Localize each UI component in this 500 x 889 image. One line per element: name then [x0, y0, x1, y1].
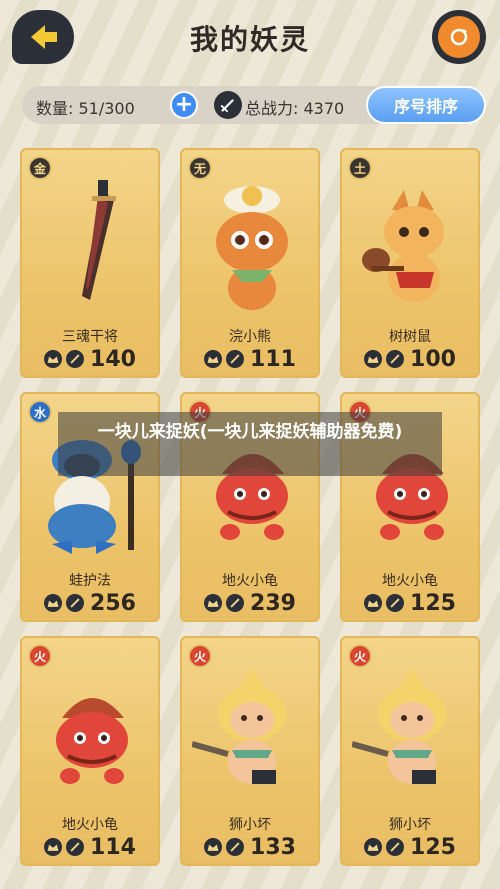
yaoling-card[interactable]: 无浣小熊 111: [180, 148, 320, 378]
orange-cycle-icon: [438, 16, 480, 58]
sword-power-icon: [226, 594, 245, 612]
power-value: 100: [410, 346, 456, 372]
yaoling-count: 数量: 51/300: [36, 99, 135, 118]
character-name: 狮小坏: [389, 817, 431, 833]
caption-overlay: 一块儿来捉妖(一块儿来捉妖辅助器免费): [58, 412, 442, 476]
character-stats: 114: [22, 834, 158, 860]
crown-icon: [204, 350, 223, 368]
crown-icon: [364, 350, 383, 368]
sword-power-icon: [214, 91, 242, 119]
crown-icon: [44, 350, 63, 368]
page-title: 我的妖灵: [189, 23, 310, 56]
sword-power-icon: [226, 838, 245, 856]
yaoling-card[interactable]: 火狮小坏 125: [340, 636, 480, 866]
power-value: 239: [250, 590, 296, 616]
sword-power-icon: [66, 838, 85, 856]
power-value: 125: [410, 834, 456, 860]
character-art: [191, 658, 312, 808]
yaoling-card[interactable]: 金三魂干将 140: [20, 148, 160, 378]
add-capacity-button[interactable]: +: [170, 91, 198, 119]
sword-power-icon: [66, 350, 85, 368]
yaoling-card[interactable]: 火狮小坏 133: [180, 636, 320, 866]
header: 我的妖灵: [0, 0, 500, 78]
power-value: 256: [90, 590, 136, 616]
character-art: [32, 658, 152, 808]
character-name: 地火小龟: [222, 573, 278, 589]
power-value: 125: [410, 590, 456, 616]
character-stats: 125: [342, 590, 478, 616]
character-name: 狮小坏: [229, 817, 271, 833]
crown-icon: [204, 594, 223, 612]
character-stats: 111: [182, 346, 318, 372]
sort-by-number-button[interactable]: 序号排序: [366, 86, 486, 124]
character-stats: 125: [342, 834, 478, 860]
character-stats: 256: [22, 590, 158, 616]
character-name: 树树鼠: [389, 329, 431, 345]
character-name: 三魂干将: [62, 329, 118, 345]
settings-button[interactable]: [432, 10, 486, 64]
character-name: 地火小龟: [382, 573, 438, 589]
character-art: [352, 170, 472, 320]
character-name: 蛙护法: [69, 573, 111, 589]
sword-power-icon: [386, 594, 405, 612]
power-value: 140: [90, 346, 136, 372]
crown-icon: [204, 838, 223, 856]
power-value: 133: [250, 834, 296, 860]
character-name: 地火小龟: [62, 817, 118, 833]
power-value: 114: [90, 834, 136, 860]
sword-power-icon: [386, 838, 405, 856]
total-power: 总战力: 4370: [245, 99, 345, 118]
crown-icon: [44, 838, 63, 856]
character-name: 浣小熊: [229, 329, 271, 345]
sword-power-icon: [66, 594, 85, 612]
character-stats: 133: [182, 834, 318, 860]
sword-power-icon: [386, 350, 405, 368]
character-stats: 140: [22, 346, 158, 372]
crown-icon: [364, 838, 383, 856]
character-stats: 100: [342, 346, 478, 372]
power-value: 111: [250, 346, 296, 372]
yaoling-card[interactable]: 火地火小龟 114: [20, 636, 160, 866]
info-bar: 数量: 51/300 + 总战力: 4370 序号排序: [22, 86, 486, 124]
crown-icon: [364, 594, 383, 612]
sword-power-icon: [226, 350, 245, 368]
character-art: [192, 170, 312, 320]
character-art: [32, 170, 152, 320]
crown-icon: [44, 594, 63, 612]
character-art: [351, 658, 472, 808]
yaoling-card[interactable]: 土树树鼠 100: [340, 148, 480, 378]
character-stats: 239: [182, 590, 318, 616]
